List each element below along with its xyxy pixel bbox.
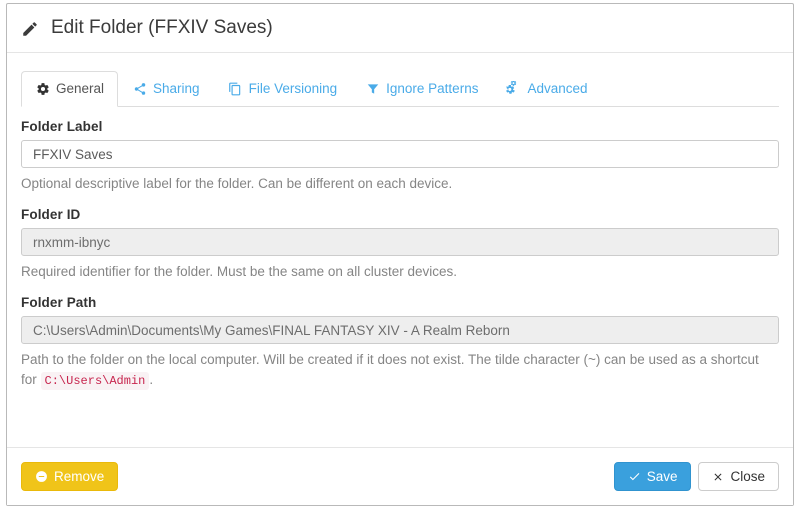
remove-button-label: Remove — [54, 468, 105, 484]
folder-label-help: Optional descriptive label for the folde… — [21, 176, 453, 191]
share-icon — [132, 81, 147, 96]
copy-icon — [228, 81, 243, 96]
folder-id-label: Folder ID — [21, 207, 81, 222]
folder-path-input — [21, 316, 779, 344]
filter-icon — [365, 81, 380, 96]
edit-folder-modal: Edit Folder (FFXIV Saves) General Sharin… — [6, 3, 794, 506]
check-icon — [628, 470, 641, 483]
modal-body: Folder Label Optional descriptive label … — [7, 107, 793, 447]
close-icon — [712, 471, 724, 483]
tab-sharing-label: Sharing — [153, 80, 200, 96]
close-button-label: Close — [730, 468, 765, 484]
footer-actions: Save Close — [613, 461, 779, 492]
save-button-label: Save — [646, 468, 678, 484]
folder-path-group: Folder Path Path to the folder on the lo… — [21, 295, 779, 391]
modal-footer: Remove Save Close — [7, 447, 793, 505]
folder-label-input[interactable] — [21, 140, 779, 168]
tab-advanced[interactable]: Advanced — [492, 71, 601, 107]
tab-file-versioning-label: File Versioning — [248, 80, 338, 96]
folder-path-label: Folder Path — [21, 295, 97, 310]
folder-id-group: Folder ID Required identifier for the fo… — [21, 207, 779, 282]
remove-button[interactable]: Remove — [21, 461, 119, 492]
minus-circle-icon — [35, 470, 48, 483]
folder-label-label: Folder Label — [21, 119, 103, 134]
tab-general-label: General — [56, 80, 105, 96]
cogs-icon — [506, 81, 521, 96]
folder-id-help: Required identifier for the folder. Must… — [21, 264, 457, 279]
home-path-code: C:\Users\Admin — [40, 372, 150, 390]
modal-title-text: Edit Folder (FFXIV Saves) — [51, 17, 273, 38]
page-title: Edit Folder (FFXIV Saves) — [21, 17, 273, 39]
tab-ignore-patterns[interactable]: Ignore Patterns — [351, 71, 492, 107]
folder-label-group: Folder Label Optional descriptive label … — [21, 119, 779, 194]
tab-ignore-patterns-label: Ignore Patterns — [386, 80, 479, 96]
tab-general[interactable]: General — [21, 71, 119, 107]
screenshot-root: Edit Folder (FFXIV Saves) General Sharin… — [0, 0, 800, 508]
folder-path-help-text2: . — [149, 372, 154, 387]
tab-advanced-label: Advanced — [527, 80, 588, 96]
save-button[interactable]: Save — [613, 461, 692, 492]
modal-header: Edit Folder (FFXIV Saves) — [7, 4, 793, 53]
folder-path-help: Path to the folder on the local computer… — [21, 350, 761, 391]
tabs-container: General Sharing File Versioning Ignore P… — [7, 53, 793, 107]
folder-id-input — [21, 228, 779, 256]
close-button[interactable]: Close — [698, 461, 779, 492]
tab-file-versioning[interactable]: File Versioning — [214, 71, 352, 107]
tab-list: General Sharing File Versioning Ignore P… — [21, 66, 779, 107]
pencil-icon — [21, 20, 39, 38]
tab-sharing[interactable]: Sharing — [118, 71, 214, 107]
gear-icon — [35, 81, 50, 96]
